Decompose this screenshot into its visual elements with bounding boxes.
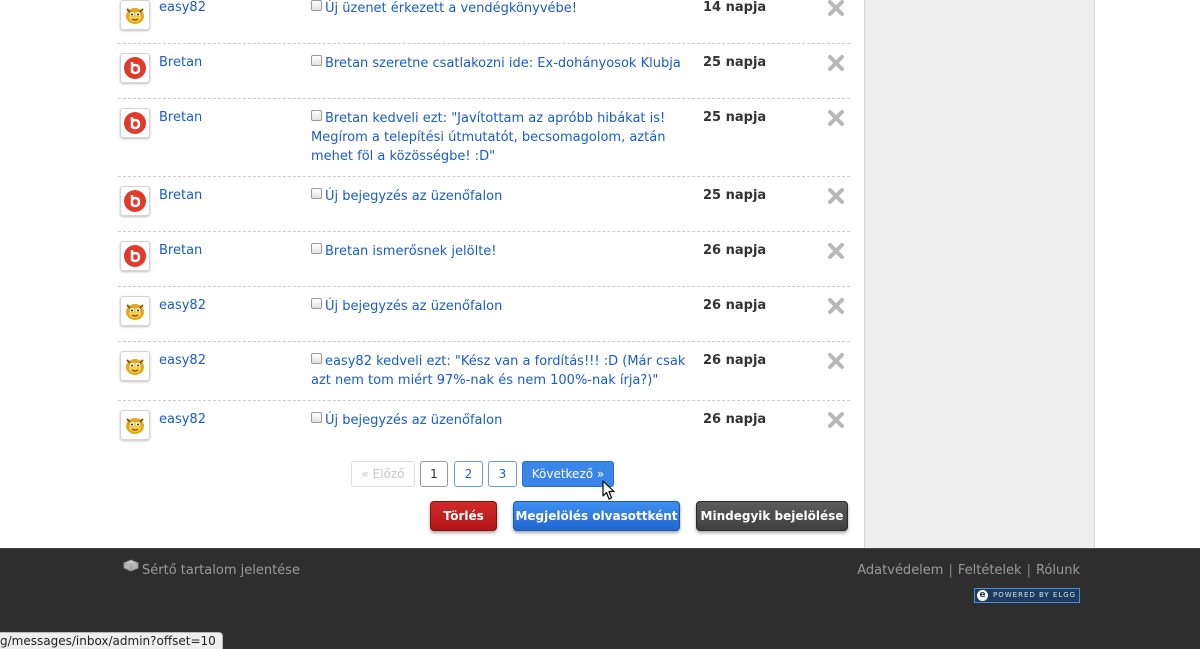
- footer-link-terms[interactable]: Feltételek: [958, 563, 1022, 578]
- message-checkbox[interactable]: [311, 0, 322, 11]
- message-checkbox[interactable]: [311, 188, 322, 199]
- message-subject-link[interactable]: Új bejegyzés az üzenőfalon: [325, 189, 502, 204]
- delete-icon[interactable]: [827, 411, 845, 429]
- message-age: 26 napja: [703, 353, 767, 368]
- message-age: 25 napja: [703, 55, 767, 70]
- footer-separator: |: [1026, 563, 1031, 578]
- pagination-next[interactable]: Következő »: [522, 461, 614, 487]
- message-subject-link[interactable]: Új üzenet érkezett a vendégkönyvébe!: [325, 1, 577, 16]
- pagination-page-2[interactable]: 2: [454, 461, 483, 487]
- message-sender[interactable]: easy82: [159, 411, 206, 429]
- delete-icon[interactable]: [827, 297, 845, 315]
- elgg-logo-icon: e: [977, 590, 988, 601]
- message-checkbox[interactable]: [311, 298, 322, 309]
- footer-separator: |: [948, 563, 953, 578]
- pagination-prev: « Előző: [351, 461, 415, 487]
- message-age: 26 napja: [703, 298, 767, 313]
- message-sender[interactable]: Bretan: [159, 109, 202, 127]
- pagination-page-1: 1: [420, 461, 448, 487]
- bretan-avatar-icon: [124, 190, 146, 212]
- message-sender[interactable]: easy82: [159, 352, 206, 370]
- message-subject[interactable]: Bretan ismerősnek jelölte!: [311, 242, 696, 261]
- message-subject-link[interactable]: Bretan kedveli ezt: "Javítottam az aprób…: [311, 111, 665, 164]
- message-subject[interactable]: Új bejegyzés az üzenőfalon: [311, 411, 696, 430]
- message-subject[interactable]: Bretan szeretne csatlakozni ide: Ex-dohá…: [311, 54, 696, 73]
- message-subject[interactable]: Új üzenet érkezett a vendégkönyvébe!: [311, 0, 696, 18]
- user-avatar[interactable]: [120, 296, 150, 326]
- message-row: easy82 Új bejegyzés az üzenőfalon 26 nap…: [118, 401, 850, 447]
- message-subject-link[interactable]: Bretan szeretne csatlakozni ide: Ex-dohá…: [325, 56, 681, 71]
- message-subject[interactable]: easy82 kedveli ezt: "Kész van a fordítás…: [311, 352, 696, 390]
- message-sender[interactable]: Bretan: [159, 242, 202, 260]
- bretan-avatar-icon: [124, 57, 146, 79]
- mark-read-button[interactable]: Megjelölés olvasottként: [513, 501, 680, 531]
- message-checkbox[interactable]: [311, 353, 322, 364]
- report-content-link[interactable]: Sértő tartalom jelentése: [122, 559, 300, 580]
- bretan-avatar-icon: [124, 245, 146, 267]
- message-checkbox[interactable]: [311, 243, 322, 254]
- message-age: 25 napja: [703, 110, 767, 125]
- message-subject-link[interactable]: Bretan ismerősnek jelölte!: [325, 244, 497, 259]
- footer-link-privacy[interactable]: Adatvédelem: [857, 563, 943, 578]
- bretan-avatar-icon: [124, 112, 146, 134]
- powered-by-label: POWERED BY ELGG: [993, 591, 1077, 599]
- message-sender[interactable]: Bretan: [159, 187, 202, 205]
- message-age: 26 napja: [703, 243, 767, 258]
- user-avatar[interactable]: [120, 186, 150, 216]
- footer-link-about[interactable]: Rólunk: [1036, 563, 1080, 578]
- message-age: 14 napja: [703, 0, 767, 15]
- delete-icon[interactable]: [827, 0, 845, 17]
- delete-icon[interactable]: [827, 352, 845, 370]
- message-subject-link[interactable]: Új bejegyzés az üzenőfalon: [325, 413, 502, 428]
- message-subject-link[interactable]: Új bejegyzés az üzenőfalon: [325, 299, 502, 314]
- easy82-avatar-icon: [126, 8, 144, 24]
- easy82-avatar-icon: [126, 304, 144, 320]
- message-age: 25 napja: [703, 188, 767, 203]
- delete-icon[interactable]: [827, 54, 845, 72]
- message-checkbox[interactable]: [311, 412, 322, 423]
- footer-links: Adatvédelem | Feltételek | Rólunk: [857, 562, 1080, 580]
- delete-icon[interactable]: [827, 242, 845, 260]
- user-avatar[interactable]: [120, 0, 150, 30]
- user-avatar[interactable]: [120, 351, 150, 381]
- easy82-avatar-icon: [126, 418, 144, 434]
- easy82-avatar-icon: [126, 359, 144, 375]
- powered-by-elgg-badge[interactable]: e POWERED BY ELGG: [974, 588, 1080, 603]
- browser-status-bar: g/messages/inbox/admin?offset=10: [0, 632, 223, 649]
- user-avatar[interactable]: [120, 410, 150, 440]
- message-checkbox[interactable]: [311, 55, 322, 66]
- user-avatar[interactable]: [120, 241, 150, 271]
- report-flag-icon: [122, 559, 140, 572]
- message-subject-link[interactable]: easy82 kedveli ezt: "Kész van a fordítás…: [311, 354, 685, 388]
- message-row: Bretan Bretan szeretne csatlakozni ide: …: [118, 44, 850, 99]
- delete-icon[interactable]: [827, 187, 845, 205]
- message-sender[interactable]: easy82: [159, 0, 206, 17]
- user-avatar[interactable]: [120, 108, 150, 138]
- message-row: easy82 Új üzenet érkezett a vendégkönyvé…: [118, 0, 850, 44]
- message-row: easy82 Új bejegyzés az üzenőfalon 26 nap…: [118, 287, 850, 342]
- delete-button[interactable]: Törlés: [430, 501, 497, 531]
- message-row: Bretan Bretan ismerősnek jelölte! 26 nap…: [118, 232, 850, 287]
- message-checkbox[interactable]: [311, 110, 322, 121]
- right-sidebar: [864, 0, 1095, 548]
- message-sender[interactable]: easy82: [159, 297, 206, 315]
- message-row: Bretan Bretan kedveli ezt: "Javítottam a…: [118, 99, 850, 177]
- pagination-page-3[interactable]: 3: [488, 461, 517, 487]
- message-row: easy82 easy82 kedveli ezt: "Kész van a f…: [118, 342, 850, 401]
- user-avatar[interactable]: [120, 53, 150, 83]
- delete-icon[interactable]: [827, 109, 845, 127]
- report-content-label[interactable]: Sértő tartalom jelentése: [142, 563, 300, 578]
- message-sender[interactable]: Bretan: [159, 54, 202, 72]
- mouse-cursor-icon: [602, 480, 615, 500]
- select-all-button[interactable]: Mindegyik bejelölése: [696, 501, 848, 531]
- message-subject[interactable]: Új bejegyzés az üzenőfalon: [311, 187, 696, 206]
- message-age: 26 napja: [703, 412, 767, 427]
- message-subject[interactable]: Bretan kedveli ezt: "Javítottam az aprób…: [311, 109, 696, 166]
- message-row: Bretan Új bejegyzés az üzenőfalon 25 nap…: [118, 177, 850, 232]
- message-subject[interactable]: Új bejegyzés az üzenőfalon: [311, 297, 696, 316]
